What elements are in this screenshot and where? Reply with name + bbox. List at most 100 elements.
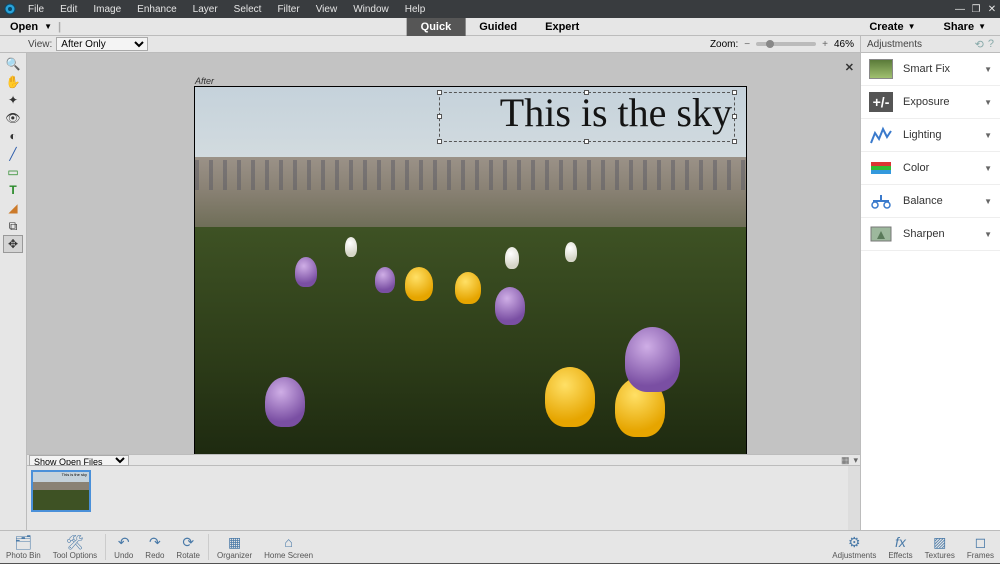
textures-icon: ▨: [933, 534, 946, 550]
close-document-icon[interactable]: ✕: [845, 61, 854, 74]
color-icon: [869, 158, 893, 178]
frames-icon: ◻: [975, 534, 987, 550]
handle-s[interactable]: [584, 139, 589, 144]
photobin-thumbnail[interactable]: This is the sky: [31, 470, 91, 512]
adj-label: Smart Fix: [903, 63, 950, 75]
handle-sw[interactable]: [437, 139, 442, 144]
adj-color[interactable]: Color ▼: [861, 152, 1000, 185]
textures-button[interactable]: ▨Textures: [919, 531, 961, 564]
quick-select-tool-icon[interactable]: ✦: [3, 91, 23, 109]
tool-options-icon: 🛠: [66, 534, 84, 550]
help-icon[interactable]: ?: [988, 38, 994, 51]
text-tool-icon[interactable]: T: [3, 181, 23, 199]
document-canvas[interactable]: This is the sky: [194, 86, 747, 456]
bottom-bar: 🗂Photo Bin 🛠Tool Options ↶Undo ↷Redo ⟳Ro…: [0, 530, 1000, 563]
rotate-button[interactable]: ⟳Rotate: [170, 531, 206, 564]
menu-window[interactable]: Window: [345, 4, 397, 15]
bottom-label: Redo: [145, 551, 164, 560]
spot-heal-tool-icon[interactable]: ▭: [3, 163, 23, 181]
home-screen-button[interactable]: ⌂Home Screen: [258, 531, 319, 564]
adj-label: Color: [903, 162, 929, 174]
handle-w[interactable]: [437, 114, 442, 119]
menu-file[interactable]: File: [20, 4, 52, 15]
handle-nw[interactable]: [437, 90, 442, 95]
menu-help[interactable]: Help: [397, 4, 434, 15]
adj-sharpen[interactable]: Sharpen ▼: [861, 218, 1000, 251]
photobin-select[interactable]: Show Open Files: [29, 455, 129, 466]
close-icon[interactable]: ✕: [984, 4, 1000, 15]
chevron-down-icon: ▼: [984, 230, 992, 239]
bottom-label: Rotate: [176, 551, 200, 560]
handle-e[interactable]: [732, 114, 737, 119]
effects-button[interactable]: fxEffects: [882, 531, 918, 564]
zoom-tool-icon[interactable]: 🔍: [3, 55, 23, 73]
flower-icon: [495, 287, 525, 325]
zoom-slider[interactable]: [756, 42, 816, 46]
eye-tool-icon[interactable]: 👁: [3, 109, 23, 127]
handle-ne[interactable]: [732, 90, 737, 95]
adjustments-button[interactable]: ⚙Adjustments: [826, 531, 882, 564]
bottom-label: Adjustments: [832, 551, 876, 560]
reset-icon[interactable]: ⟲: [975, 38, 984, 51]
menu-edit[interactable]: Edit: [52, 4, 85, 15]
sliders-icon: ⚙: [848, 534, 861, 550]
adj-lighting[interactable]: Lighting ▼: [861, 119, 1000, 152]
hand-tool-icon[interactable]: ✋: [3, 73, 23, 91]
text-selection-box[interactable]: [439, 92, 735, 142]
share-button[interactable]: Share▼: [930, 21, 1000, 33]
whiten-tool-icon[interactable]: ◐: [3, 127, 23, 145]
organizer-icon: ▦: [228, 534, 241, 550]
adj-balance[interactable]: Balance ▼: [861, 185, 1000, 218]
bottom-label: Effects: [888, 551, 912, 560]
minimize-icon[interactable]: —: [952, 4, 968, 15]
straighten-tool-icon[interactable]: ◢: [3, 199, 23, 217]
handle-se[interactable]: [732, 139, 737, 144]
zoom-out-icon[interactable]: −: [744, 39, 750, 50]
tab-guided[interactable]: Guided: [465, 18, 531, 36]
menu-layer[interactable]: Layer: [185, 4, 226, 15]
maximize-icon[interactable]: ❐: [968, 4, 984, 15]
bottom-label: Textures: [925, 551, 955, 560]
brush-tool-icon[interactable]: ╱: [3, 145, 23, 163]
photobin: This is the sky: [27, 466, 860, 530]
lighting-icon: [869, 125, 893, 145]
tool-options-button[interactable]: 🛠Tool Options: [47, 531, 103, 564]
crop-tool-icon[interactable]: ⧉: [3, 217, 23, 235]
adjustments-title: Adjustments: [867, 39, 922, 50]
chevron-down-icon[interactable]: ▾: [853, 455, 858, 466]
tab-expert[interactable]: Expert: [531, 18, 593, 36]
chevron-down-icon: ▼: [984, 164, 992, 173]
chevron-down-icon: ▼: [984, 65, 992, 74]
flower-icon: [565, 242, 577, 262]
menu-view[interactable]: View: [308, 4, 346, 15]
organizer-button[interactable]: ▦Organizer: [211, 531, 258, 564]
grid-icon[interactable]: ▦: [841, 455, 850, 466]
adj-exposure[interactable]: +/- Exposure ▼: [861, 86, 1000, 119]
mode-tabs: Quick Guided Expert: [407, 18, 594, 36]
tool-palette: 🔍 ✋ ✦ 👁 ◐ ╱ ▭ T ◢ ⧉ ✥: [0, 53, 27, 530]
undo-button[interactable]: ↶Undo: [108, 531, 139, 564]
zoom-thumb[interactable]: [766, 40, 774, 48]
adj-smart-fix[interactable]: Smart Fix ▼: [861, 53, 1000, 86]
create-button[interactable]: Create▼: [855, 21, 929, 33]
open-button[interactable]: Open ▼ |: [0, 21, 71, 33]
move-tool-icon[interactable]: ✥: [3, 235, 23, 253]
menu-select[interactable]: Select: [226, 4, 270, 15]
menu-image[interactable]: Image: [85, 4, 129, 15]
menu-enhance[interactable]: Enhance: [129, 4, 184, 15]
zoom-in-icon[interactable]: +: [822, 39, 828, 50]
redo-button[interactable]: ↷Redo: [139, 531, 170, 564]
menu-filter[interactable]: Filter: [269, 4, 307, 15]
frames-button[interactable]: ◻Frames: [961, 531, 1000, 564]
tab-quick[interactable]: Quick: [407, 18, 466, 36]
flower-icon: [545, 367, 595, 427]
zoom-label: Zoom:: [710, 39, 738, 50]
view-select[interactable]: After Only: [56, 37, 148, 51]
flower-icon: [625, 327, 680, 392]
sharpen-icon: [869, 224, 893, 244]
separator: [208, 534, 209, 560]
photo-bin-icon: 🗂: [14, 534, 32, 550]
photobin-scrollbar[interactable]: [848, 466, 860, 530]
photo-bin-button[interactable]: 🗂Photo Bin: [0, 531, 47, 564]
handle-n[interactable]: [584, 90, 589, 95]
